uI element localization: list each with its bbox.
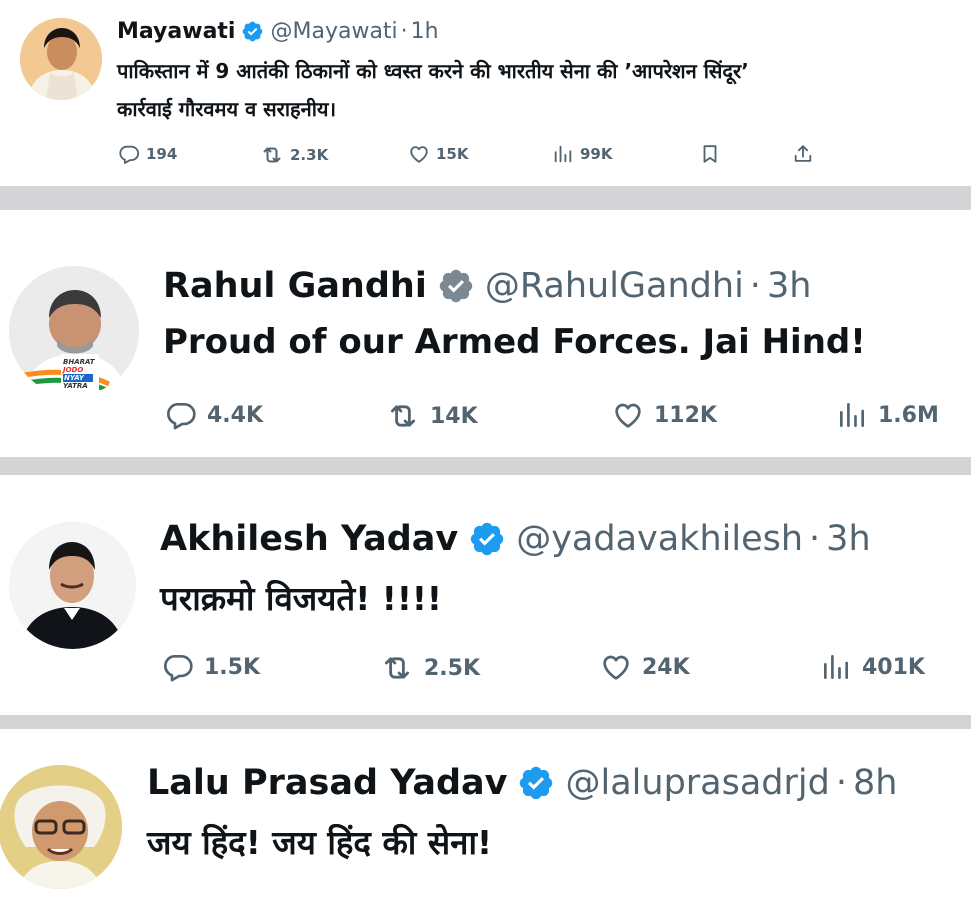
author-handle[interactable]: @Mayawati [270,19,397,44]
tweet-text: पराक्रमो विजयते! !!!! [160,576,442,622]
views-count: 99K [580,145,613,163]
author-name[interactable]: Rahul Gandhi [163,266,427,306]
reply-button[interactable]: 1.5K [162,651,260,683]
tweet-text: जय हिंद! जय हिंद की सेना! [147,820,492,866]
user-avatar[interactable] [20,18,102,100]
bookmark-icon [699,143,721,165]
verified-badge-icon [468,520,506,558]
action-bar: 4.4K 14K 112K 1.6M [0,399,971,433]
views-button[interactable]: 1.6M [836,399,939,431]
reply-button[interactable]: 194 [118,143,177,165]
views-icon [820,651,852,683]
author-handle[interactable]: @laluprasadrjd [565,763,829,803]
reply-button[interactable]: 4.4K [165,399,263,431]
separator-dot: · [835,763,847,803]
like-count: 15K [436,145,469,163]
author-handle[interactable]: @RahulGandhi [485,266,744,306]
heart-icon [408,143,430,165]
tweet-card[interactable]: BHARAT JODO NYAY YATRA Rahul Gandhi @Rah… [0,210,971,457]
like-count: 112K [654,402,717,428]
heart-icon [600,651,632,683]
reply-icon [162,651,194,683]
verified-badge-icon [241,20,264,43]
views-icon [552,143,574,165]
yatra-logo: BHARAT JODO NYAY YATRA [63,358,95,390]
repost-count: 14K [430,403,478,429]
author-handle[interactable]: @yadavakhilesh [516,519,803,559]
user-avatar[interactable] [0,765,122,889]
timestamp[interactable]: 8h [853,763,897,803]
reply-count: 194 [146,145,178,163]
timestamp[interactable]: 3h [767,266,811,306]
reply-count: 4.4K [207,402,264,428]
repost-count: 2.5K [424,655,481,681]
repost-icon [386,399,420,433]
tweet-header: Akhilesh Yadav @yadavakhilesh · 3h [160,516,871,562]
tweet-text-line: Proud of our Armed Forces. Jai Hind! [163,322,866,362]
timestamp[interactable]: 3h [826,519,870,559]
repost-icon [380,651,414,685]
reply-count: 1.5K [204,654,261,680]
bookmark-button[interactable] [699,143,721,165]
verified-badge-icon [517,764,555,802]
repost-count: 2.3K [290,146,329,164]
tweet-text-line: पराक्रमो विजयते! !!!! [160,579,442,618]
action-bar: 1.5K 2.5K 24K 401K [0,651,971,685]
timestamp[interactable]: 1h [411,19,439,44]
like-button[interactable]: 24K [600,651,690,683]
like-button[interactable]: 112K [612,399,717,431]
tweet-card[interactable]: Mayawati @Mayawati · 1h पाकिस्तान में 9 … [0,0,971,186]
like-button[interactable]: 15K [408,143,469,165]
tweet-header: Rahul Gandhi @RahulGandhi · 3h [163,263,811,309]
repost-icon [260,143,284,167]
action-bar: 194 2.3K 15K 99K [0,143,971,169]
views-button[interactable]: 99K [552,143,613,165]
repost-button[interactable]: 2.5K [380,651,480,685]
user-avatar[interactable] [9,522,136,649]
tweet-text: Proud of our Armed Forces. Jai Hind! [163,319,866,365]
tweet-card[interactable]: Akhilesh Yadav @yadavakhilesh · 3h पराक्… [0,475,971,715]
views-icon [836,399,868,431]
share-button[interactable] [792,143,814,165]
tweet-header: Lalu Prasad Yadav @laluprasadrjd · 8h [147,760,897,806]
views-count: 401K [862,654,925,680]
author-name[interactable]: Mayawati [117,19,235,44]
separator-dot: · [749,266,761,306]
verified-badge-icon [437,267,475,305]
tweet-text-line: पाकिस्तान में 9 आतंकी ठिकानों को ध्वस्त … [117,59,749,83]
views-button[interactable]: 401K [820,651,925,683]
tweet-text-line: जय हिंद! जय हिंद की सेना! [147,823,493,862]
repost-button[interactable]: 14K [386,399,478,433]
like-count: 24K [642,654,690,680]
separator-dot: · [400,18,408,44]
tweet-text-line: कार्रवाई गौरवमय व सराहनीय। [117,97,337,121]
repost-button[interactable]: 2.3K [260,143,328,167]
share-icon [792,143,814,165]
author-name[interactable]: Lalu Prasad Yadav [147,763,507,803]
tweet-card[interactable]: Lalu Prasad Yadav @laluprasadrjd · 8h जय… [0,729,971,897]
author-name[interactable]: Akhilesh Yadav [160,519,458,559]
reply-icon [118,143,140,165]
views-count: 1.6M [878,402,939,428]
tweet-header: Mayawati @Mayawati · 1h [117,15,439,47]
reply-icon [165,399,197,431]
user-avatar[interactable]: BHARAT JODO NYAY YATRA [9,266,139,396]
separator-dot: · [809,519,821,559]
tweet-text: पाकिस्तान में 9 आतंकी ठिकानों को ध्वस्त … [117,52,749,128]
heart-icon [612,399,644,431]
